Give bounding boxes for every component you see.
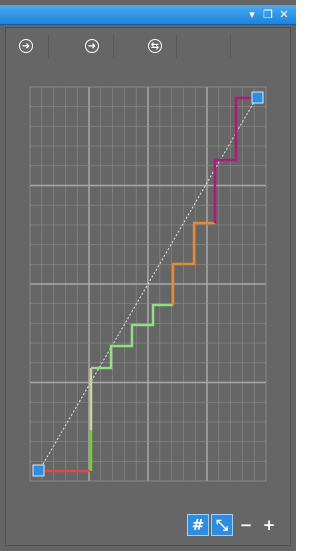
grid-toggle-icon[interactable]: # bbox=[187, 514, 209, 536]
end-point-handle[interactable] bbox=[251, 91, 264, 104]
curve-graph[interactable] bbox=[0, 0, 296, 551]
diagonal-toggle-icon[interactable]: ⤡ bbox=[211, 514, 233, 536]
start-point-handle[interactable] bbox=[32, 464, 45, 477]
zoom-out-button[interactable]: − bbox=[238, 514, 254, 536]
bottom-toolbar: # ⤡ − + bbox=[0, 510, 296, 540]
curve-segment bbox=[213, 96, 257, 223]
curve-editor-window: ▾ ❐ ✕ ➜ ➜ ⇆ # ⤡ − + bbox=[0, 0, 296, 551]
curve-segment bbox=[91, 303, 173, 370]
zoom-in-button[interactable]: + bbox=[261, 514, 277, 536]
